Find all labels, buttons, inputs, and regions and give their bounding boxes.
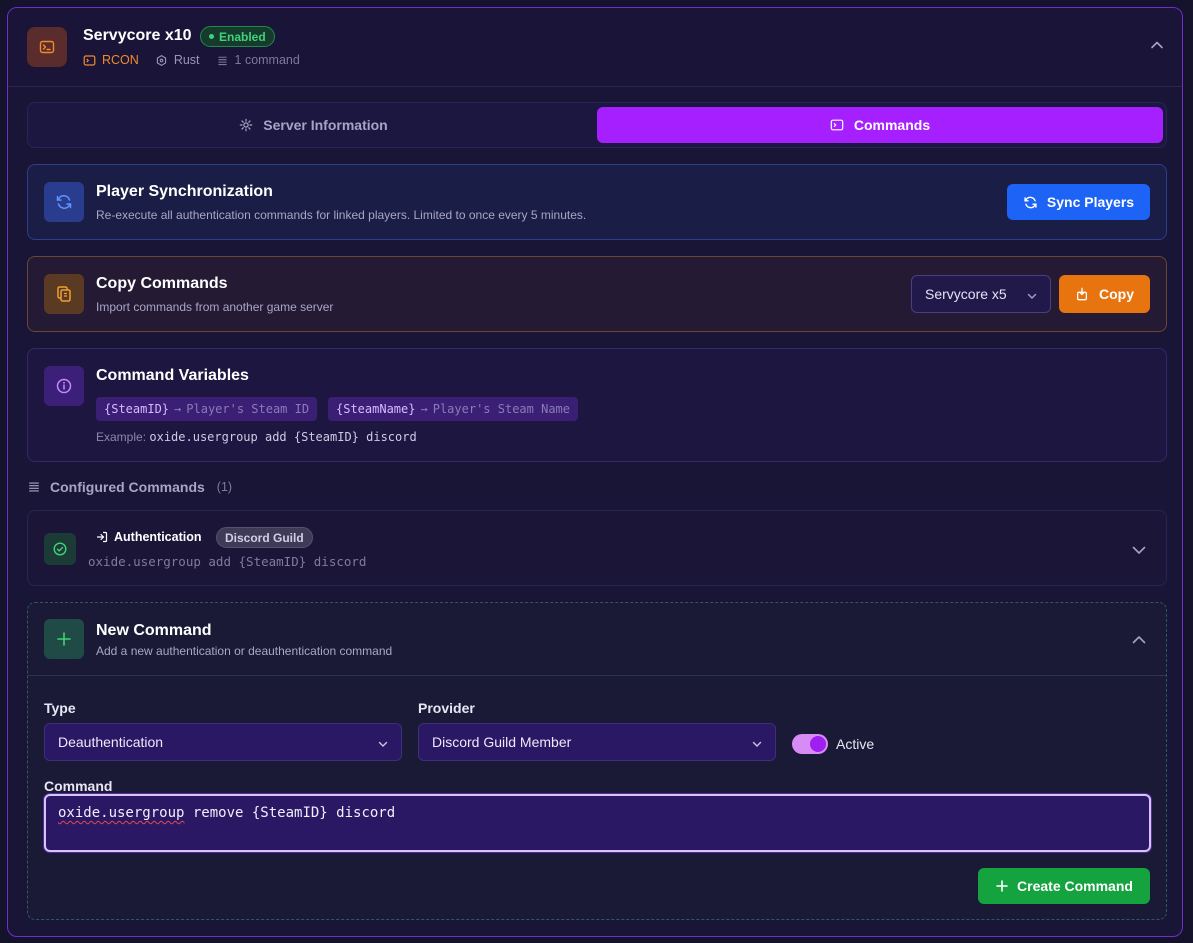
configured-count: (1) xyxy=(216,480,233,494)
server-meta: RCON Rust 1 command xyxy=(83,53,316,67)
new-command-header[interactable]: New Command Add a new authentication or … xyxy=(28,603,1166,676)
command-type-label: Authentication xyxy=(114,530,202,544)
status-label: Enabled xyxy=(219,29,266,44)
configured-commands-header: Configured Commands (1) xyxy=(27,479,232,495)
arrow-icon: → xyxy=(174,402,182,416)
tab-label: Server Information xyxy=(263,117,388,133)
command-text-misspelled: oxide.usergroup xyxy=(58,805,185,821)
copy-button-label: Copy xyxy=(1099,286,1134,302)
plus-icon xyxy=(44,619,84,659)
new-command-subtitle: Add a new authentication or deauthentica… xyxy=(96,644,393,658)
command-count-text: 1 command xyxy=(234,53,300,67)
tab-commands[interactable]: Commands xyxy=(597,107,1163,143)
configured-title: Configured Commands xyxy=(50,479,205,495)
example-label: Example: xyxy=(96,430,147,444)
command-text: remove {SteamID} discord xyxy=(184,805,396,821)
game-label: Rust xyxy=(155,53,200,67)
tab-server-information[interactable]: Server Information xyxy=(32,107,595,143)
provider-label: Provider xyxy=(418,700,475,716)
game-text: Rust xyxy=(173,53,200,67)
command-code: oxide.usergroup add {SteamID} discord xyxy=(88,554,367,569)
terminal-small-icon xyxy=(83,54,96,66)
download-icon xyxy=(1076,287,1088,301)
status-dot-icon xyxy=(209,34,214,39)
type-select[interactable]: Deauthentication xyxy=(44,723,402,761)
type-value: Deauthentication xyxy=(58,734,164,750)
terminal-icon xyxy=(27,27,67,67)
variable-name: {SteamID} xyxy=(104,402,170,416)
protocol-text: RCON xyxy=(102,53,139,67)
arrow-icon: → xyxy=(420,402,428,416)
active-label: Active xyxy=(836,736,875,752)
variable-chip-steamname: {SteamName} → Player's Steam Name xyxy=(328,397,578,421)
variable-chip-steamid: {SteamID} → Player's Steam ID xyxy=(96,397,318,421)
provider-select[interactable]: Discord Guild Member xyxy=(418,723,776,761)
create-button-label: Create Command xyxy=(1017,878,1133,894)
variable-name: {SteamName} xyxy=(336,402,416,416)
command-textarea[interactable]: oxide.usergroup remove {SteamID} discord xyxy=(44,794,1151,852)
chevron-down-icon xyxy=(377,737,389,753)
command-variables-card: Command Variables {SteamID} → Player's S… xyxy=(27,348,1167,462)
chevron-down-icon xyxy=(751,737,763,753)
info-icon xyxy=(44,366,84,406)
command-label: Command xyxy=(44,778,113,794)
chevron-down-icon[interactable] xyxy=(1131,542,1147,563)
toggle-knob xyxy=(810,736,826,752)
copy-button[interactable]: Copy xyxy=(1059,275,1150,313)
refresh-icon xyxy=(1024,196,1037,208)
copy-title: Copy Commands xyxy=(96,275,228,292)
server-header[interactable]: Servycore x10 Enabled RCON Rust 1 comman… xyxy=(8,8,1182,87)
source-server-select[interactable]: Servycore x5 xyxy=(911,275,1051,313)
type-label: Type xyxy=(44,700,76,716)
sync-subtitle: Re-execute all authentication commands f… xyxy=(96,208,587,222)
command-type: Authentication xyxy=(96,530,202,544)
server-title: Servycore x10 xyxy=(83,27,192,44)
check-circle-icon xyxy=(44,533,76,565)
sync-title: Player Synchronization xyxy=(96,183,273,200)
variable-desc: Player's Steam ID xyxy=(186,402,310,416)
variable-desc: Player's Steam Name xyxy=(432,402,570,416)
list-icon xyxy=(217,56,227,65)
create-command-button[interactable]: Create Command xyxy=(978,868,1150,904)
variables-title: Command Variables xyxy=(96,367,249,384)
plus-icon xyxy=(996,880,1008,892)
player-sync-card: Player Synchronization Re-execute all au… xyxy=(27,164,1167,240)
refresh-icon xyxy=(44,182,84,222)
sync-button-label: Sync Players xyxy=(1046,194,1135,210)
chevron-up-icon[interactable] xyxy=(1131,632,1147,653)
copy-icon xyxy=(44,274,84,314)
tab-label: Commands xyxy=(853,117,931,133)
list-icon xyxy=(29,482,39,492)
command-count: 1 command xyxy=(216,53,300,67)
gamepad-icon xyxy=(156,54,166,66)
provider-badge: Discord Guild xyxy=(216,527,313,548)
chevron-up-icon[interactable] xyxy=(1150,38,1164,57)
status-badge: Enabled xyxy=(200,26,275,47)
active-toggle[interactable] xyxy=(792,734,828,754)
sync-players-button[interactable]: Sync Players xyxy=(1007,184,1150,220)
example-line: Example: oxide.usergroup add {SteamID} d… xyxy=(96,430,417,444)
new-command-title: New Command xyxy=(96,622,212,639)
new-command-panel: New Command Add a new authentication or … xyxy=(27,602,1167,920)
login-icon xyxy=(96,531,108,543)
gear-icon xyxy=(239,118,253,132)
example-code: oxide.usergroup add {SteamID} discord xyxy=(149,430,417,444)
chevron-down-icon xyxy=(1026,289,1038,305)
provider-value: Discord Guild Member xyxy=(432,734,572,750)
tab-bar: Server Information Commands xyxy=(27,102,1167,148)
source-server-value: Servycore x5 xyxy=(925,286,1007,302)
copy-commands-card: Copy Commands Import commands from anoth… xyxy=(27,256,1167,332)
terminal-icon xyxy=(830,119,844,131)
copy-subtitle: Import commands from another game server xyxy=(96,300,334,314)
command-row[interactable]: Authentication Discord Guild oxide.userg… xyxy=(27,510,1167,586)
protocol-label: RCON xyxy=(83,53,139,67)
server-panel: Servycore x10 Enabled RCON Rust 1 comman… xyxy=(7,7,1183,937)
